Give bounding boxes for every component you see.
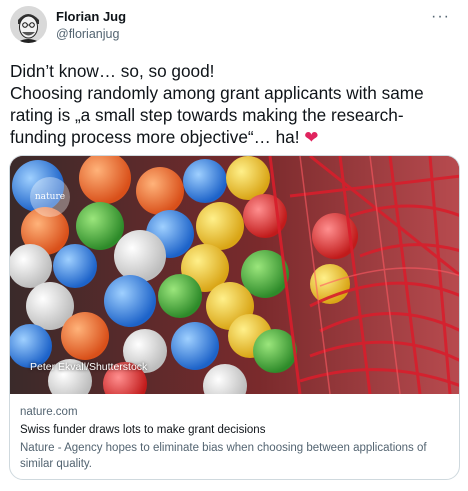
- card-description-line-2: similar quality.: [20, 458, 92, 470]
- tweet-text: Didn’t know… so, so good! Choosing rando…: [10, 60, 460, 149]
- author-name[interactable]: Florian Jug: [56, 9, 126, 25]
- avatar-portrait-icon: [10, 6, 47, 43]
- tweet-line-1: Didn’t know… so, so good!: [10, 61, 215, 81]
- tweet-line-2: Choosing randomly among grant applicants…: [10, 83, 424, 103]
- image-credit: Peter Ekvall/Shutterstock: [30, 361, 148, 373]
- author-handle[interactable]: @florianjug: [56, 26, 126, 42]
- card-title: Swiss funder draws lots to make grant de…: [20, 424, 266, 436]
- red-heart-icon: ❤: [304, 128, 319, 147]
- tweet-line-4: funding process more objective“… ha! ❤: [10, 126, 460, 149]
- more-options-button[interactable]: ···: [431, 8, 450, 26]
- card-meta[interactable]: nature.com Swiss funder draws lots to ma…: [10, 394, 459, 472]
- nature-logo: nature: [30, 177, 70, 217]
- card-description: Nature - Agency hopes to eliminate bias …: [20, 440, 449, 472]
- card-description-line-1: Nature - Agency hopes to eliminate bias …: [20, 442, 427, 454]
- author-block[interactable]: Florian Jug @florianjug: [56, 9, 126, 42]
- author-avatar[interactable]: [10, 6, 47, 43]
- card-domain: nature.com: [20, 406, 78, 418]
- link-preview-card[interactable]: nature Peter Ekvall/Shutterstock nature.…: [9, 155, 460, 480]
- lottery-balls-image: [10, 156, 459, 394]
- card-image[interactable]: nature Peter Ekvall/Shutterstock: [10, 156, 459, 394]
- tweet-line-4-text: funding process more objective“… ha!: [10, 127, 300, 147]
- tweet-line-3: rating is „a small step towards making t…: [10, 105, 404, 125]
